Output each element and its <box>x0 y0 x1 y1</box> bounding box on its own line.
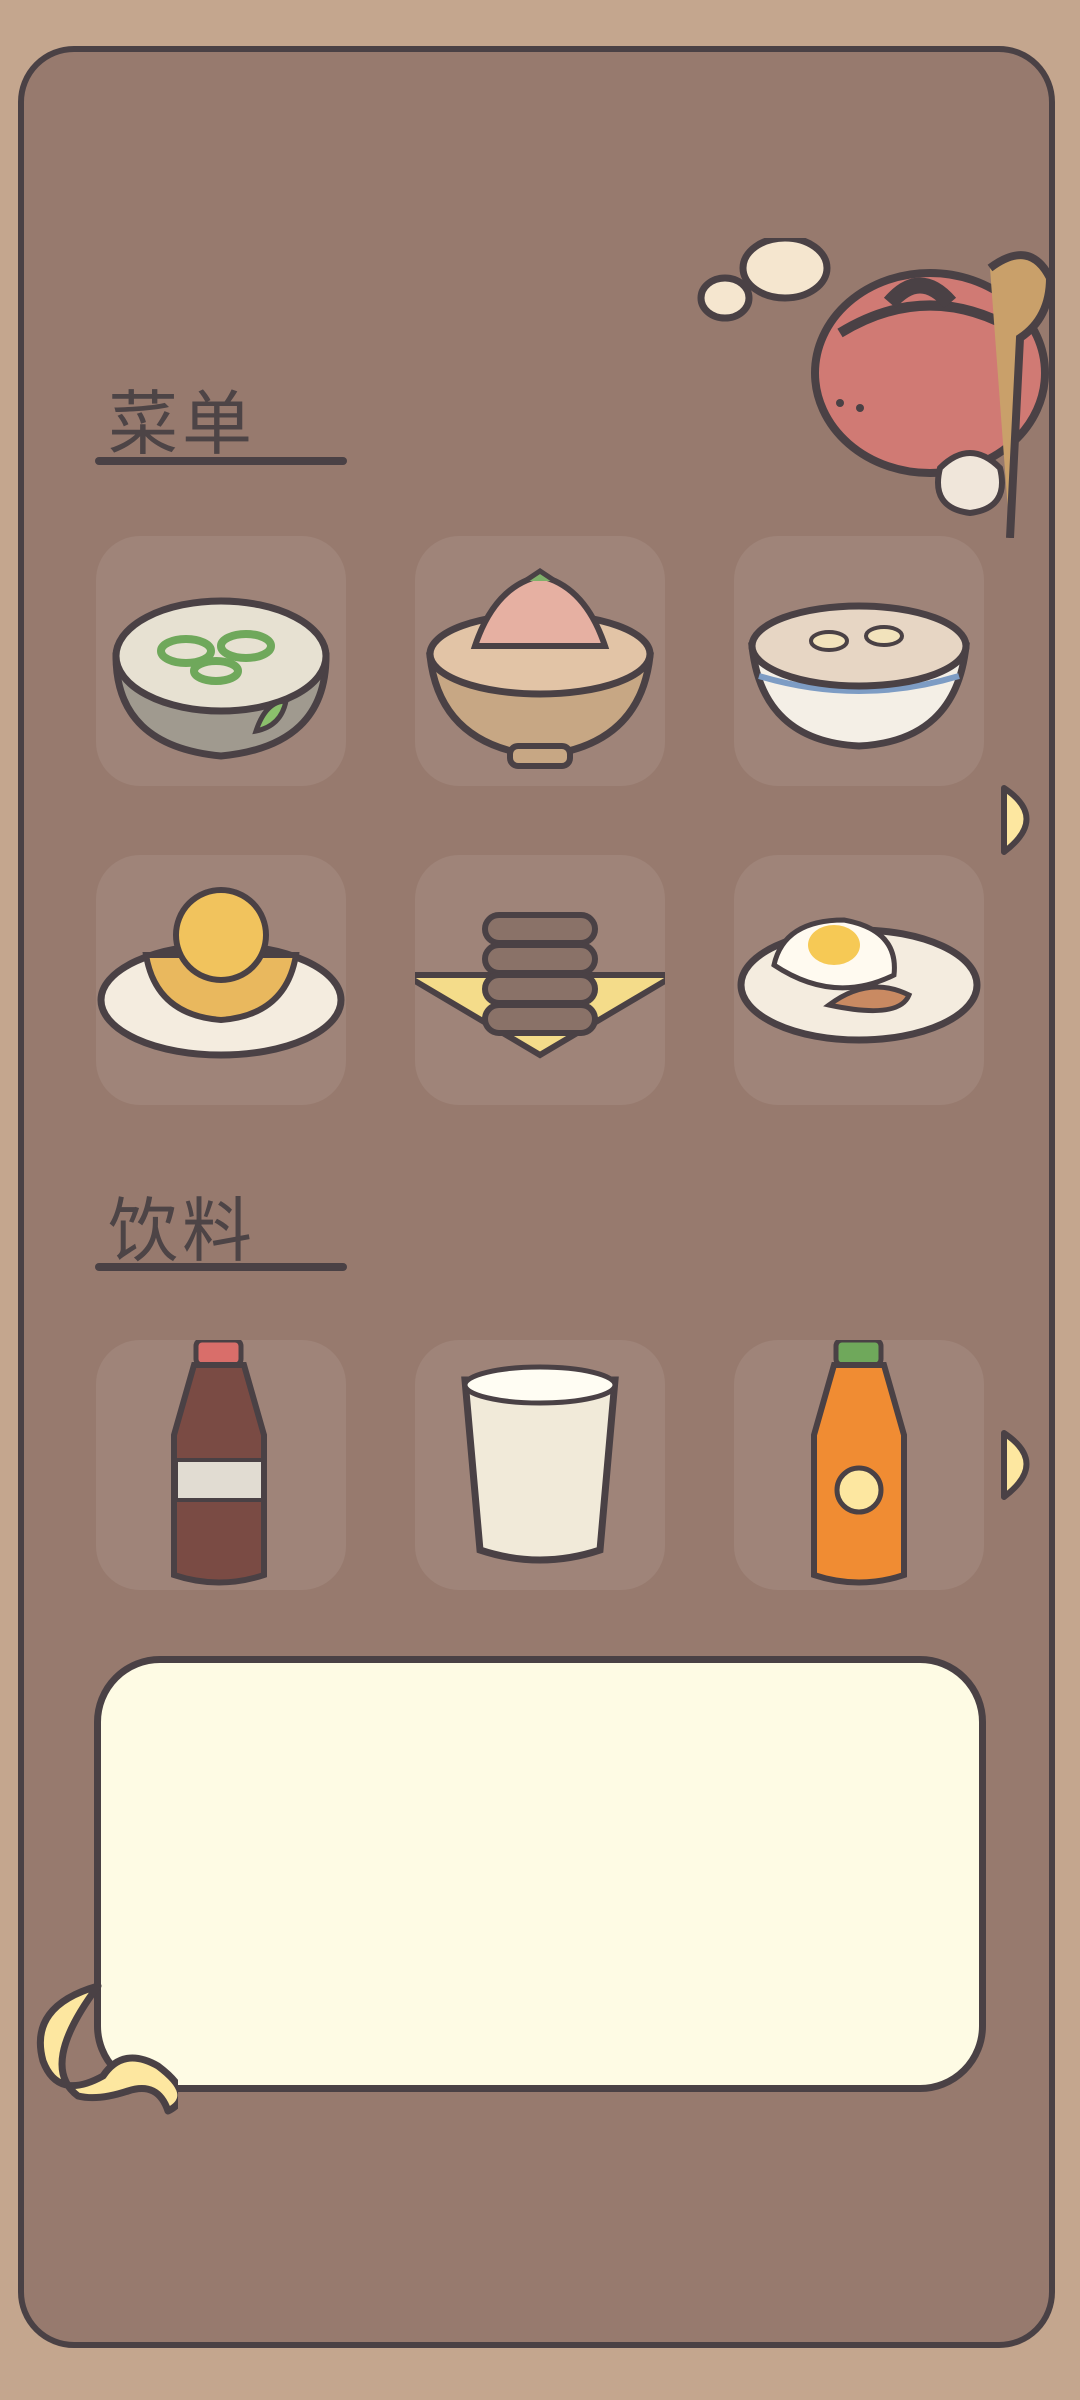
cola-bottle-icon <box>171 1340 267 1586</box>
menu-item-stew[interactable] <box>415 536 665 786</box>
menu-item-noodle-soup[interactable] <box>96 536 346 786</box>
next-page-arrow-icon[interactable] <box>996 1425 1046 1505</box>
menu-item-pancakes[interactable] <box>415 855 665 1105</box>
drinks-title-underline <box>95 1263 347 1271</box>
drinks-section-title: 饮料 <box>108 1190 256 1272</box>
noodle-soup-icon <box>112 597 330 760</box>
stew-bowl-icon <box>426 567 654 769</box>
next-page-arrow-icon[interactable] <box>996 780 1046 860</box>
soup-bowl-icon <box>748 602 970 750</box>
menu-title-underline <box>95 457 347 465</box>
menu-item-soup[interactable] <box>734 536 984 786</box>
drink-item-milk[interactable] <box>415 1340 665 1590</box>
orange-soda-bottle-icon <box>811 1340 907 1586</box>
cooking-pot-icon <box>697 238 1055 538</box>
pie-plate-icon <box>97 887 345 1059</box>
drink-item-cola[interactable] <box>96 1340 346 1590</box>
menu-section-title: 菜单 <box>108 383 256 465</box>
drink-item-orange-soda[interactable] <box>734 1340 984 1590</box>
fried-egg-icon <box>737 917 981 1044</box>
menu-item-pie[interactable] <box>96 855 346 1105</box>
pancake-stack-icon <box>415 912 665 1059</box>
menu-item-fried-egg[interactable] <box>734 855 984 1105</box>
milk-glass-icon <box>461 1364 619 1564</box>
description-box <box>94 1656 986 2092</box>
back-arrow-icon[interactable] <box>28 1976 178 2116</box>
